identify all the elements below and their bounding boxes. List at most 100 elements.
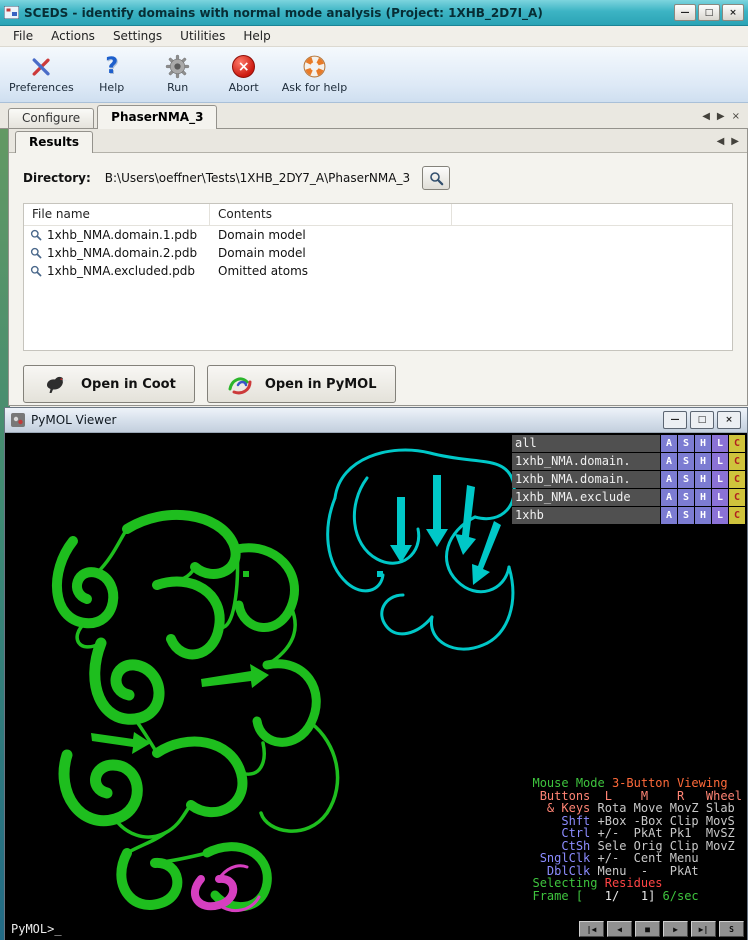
window-title: SCEDS - identify domains with normal mod… (24, 6, 543, 20)
hide-menu-button[interactable]: H (695, 507, 711, 524)
show-menu-button[interactable]: S (678, 489, 694, 506)
label-menu-button[interactable]: L (712, 435, 728, 452)
open-in-coot-button[interactable]: Open in Coot (23, 365, 195, 403)
play-button[interactable]: ▶ (663, 921, 688, 937)
preferences-button[interactable]: Preferences (8, 50, 75, 100)
object-name[interactable]: 1xhb (512, 507, 660, 524)
scene-button[interactable]: S (719, 921, 744, 937)
object-row: 1xhb A S H L C (512, 507, 745, 524)
hide-menu-button[interactable]: H (695, 435, 711, 452)
label-menu-button[interactable]: L (712, 471, 728, 488)
pymol-viewport[interactable]: all A S H L C 1xhb_NMA.domain. A S H L C… (5, 433, 747, 940)
browse-directory-button[interactable] (422, 166, 450, 190)
action-button-row: Open in Coot Open in PyMOL (23, 365, 733, 403)
menu-help[interactable]: Help (234, 27, 279, 45)
magnifier-icon[interactable] (30, 247, 42, 259)
action-menu-button[interactable]: A (661, 453, 677, 470)
mouse-mode-panel: Mouse Mode 3-Button Viewing Buttons L M … (532, 777, 742, 902)
show-menu-button[interactable]: S (678, 453, 694, 470)
close-button[interactable]: × (722, 4, 744, 21)
tab-close-icon[interactable]: × (732, 111, 740, 122)
hide-menu-button[interactable]: H (695, 489, 711, 506)
tab-scroll-right-icon[interactable]: ▶ (717, 111, 725, 122)
object-row: all A S H L C (512, 435, 745, 452)
menu-file[interactable]: File (4, 27, 42, 45)
minimize-button[interactable]: — (674, 4, 696, 21)
column-header-file-name[interactable]: File name (24, 204, 210, 225)
open-in-pymol-button[interactable]: Open in PyMOL (207, 365, 396, 403)
menu-utilities[interactable]: Utilities (171, 27, 234, 45)
tab-scroll-left-icon[interactable]: ◀ (717, 136, 725, 147)
tab-scroll-left-icon[interactable]: ◀ (702, 111, 710, 122)
action-menu-button[interactable]: A (661, 471, 677, 488)
magnifier-icon[interactable] (30, 229, 42, 241)
file-contents: Domain model (210, 228, 452, 242)
column-header-contents[interactable]: Contents (210, 204, 452, 225)
label-menu-button[interactable]: L (712, 453, 728, 470)
help-button[interactable]: ? Help (83, 50, 141, 100)
minimize-button[interactable]: — (663, 411, 687, 429)
action-menu-button[interactable]: A (661, 489, 677, 506)
forward-end-button[interactable]: ▶| (691, 921, 716, 937)
object-list-panel: all A S H L C 1xhb_NMA.domain. A S H L C… (512, 435, 745, 524)
rewind-start-button[interactable]: |◀ (579, 921, 604, 937)
color-menu-button[interactable]: C (729, 471, 745, 488)
object-row: 1xhb_NMA.exclude A S H L C (512, 489, 745, 506)
tab-configure[interactable]: Configure (8, 108, 94, 128)
file-name: 1xhb_NMA.excluded.pdb (47, 264, 195, 278)
column-header-empty (452, 204, 732, 225)
magnifier-icon[interactable] (30, 265, 42, 277)
tool-label: Run (167, 81, 188, 94)
show-menu-button[interactable]: S (678, 471, 694, 488)
tab-results[interactable]: Results (15, 131, 93, 153)
close-button[interactable]: × (717, 411, 741, 429)
object-name[interactable]: 1xhb_NMA.exclude (512, 489, 660, 506)
object-row: 1xhb_NMA.domain. A S H L C (512, 471, 745, 488)
object-name[interactable]: all (512, 435, 660, 452)
table-row[interactable]: 1xhb_NMA.domain.1.pdb Domain model (24, 226, 732, 244)
color-menu-button[interactable]: C (729, 507, 745, 524)
show-menu-button[interactable]: S (678, 507, 694, 524)
menu-actions[interactable]: Actions (42, 27, 104, 45)
menubar: File Actions Settings Utilities Help (0, 26, 748, 47)
maximize-button[interactable]: □ (690, 411, 714, 429)
coot-bird-icon (42, 372, 72, 396)
file-name: 1xhb_NMA.domain.1.pdb (47, 228, 197, 242)
sceds-titlebar[interactable]: SCEDS - identify domains with normal mod… (0, 0, 748, 26)
hide-menu-button[interactable]: H (695, 453, 711, 470)
stop-button[interactable]: ■ (635, 921, 660, 937)
color-menu-button[interactable]: C (729, 489, 745, 506)
main-tab-bar: Configure PhaserNMA_3 ◀ ▶ × (0, 103, 748, 129)
label-menu-button[interactable]: L (712, 507, 728, 524)
action-menu-button[interactable]: A (661, 507, 677, 524)
run-button[interactable]: Run (149, 50, 207, 100)
action-menu-button[interactable]: A (661, 435, 677, 452)
help-question-icon: ? (105, 53, 118, 80)
ask-for-help-button[interactable]: Ask for help (281, 50, 349, 100)
abort-button[interactable]: × Abort (215, 50, 273, 100)
tab-scroll-right-icon[interactable]: ▶ (731, 136, 739, 147)
pymol-command-prompt[interactable]: PyMOL>_ (11, 922, 62, 936)
object-row: 1xhb_NMA.domain. A S H L C (512, 453, 745, 470)
label-menu-button[interactable]: L (712, 489, 728, 506)
object-name[interactable]: 1xhb_NMA.domain. (512, 453, 660, 470)
hide-menu-button[interactable]: H (695, 471, 711, 488)
tool-label: Help (99, 81, 124, 94)
button-label: Open in PyMOL (265, 377, 377, 392)
color-menu-button[interactable]: C (729, 435, 745, 452)
pymol-titlebar[interactable]: PyMOL Viewer — □ × (5, 408, 747, 433)
results-body: Directory: B:\Users\oeffner\Tests\1XHB_2… (9, 153, 747, 403)
object-name[interactable]: 1xhb_NMA.domain. (512, 471, 660, 488)
menu-settings[interactable]: Settings (104, 27, 171, 45)
lifebuoy-icon (302, 53, 327, 80)
step-back-button[interactable]: ◀ (607, 921, 632, 937)
directory-row: Directory: B:\Users\oeffner\Tests\1XHB_2… (23, 165, 733, 191)
show-menu-button[interactable]: S (678, 435, 694, 452)
maximize-button[interactable]: □ (698, 4, 720, 21)
run-gear-icon (165, 53, 190, 80)
tab-phasernma-3[interactable]: PhaserNMA_3 (97, 105, 217, 129)
table-row[interactable]: 1xhb_NMA.domain.2.pdb Domain model (24, 244, 732, 262)
table-row[interactable]: 1xhb_NMA.excluded.pdb Omitted atoms (24, 262, 732, 280)
color-menu-button[interactable]: C (729, 453, 745, 470)
tool-label: Abort (229, 81, 259, 94)
